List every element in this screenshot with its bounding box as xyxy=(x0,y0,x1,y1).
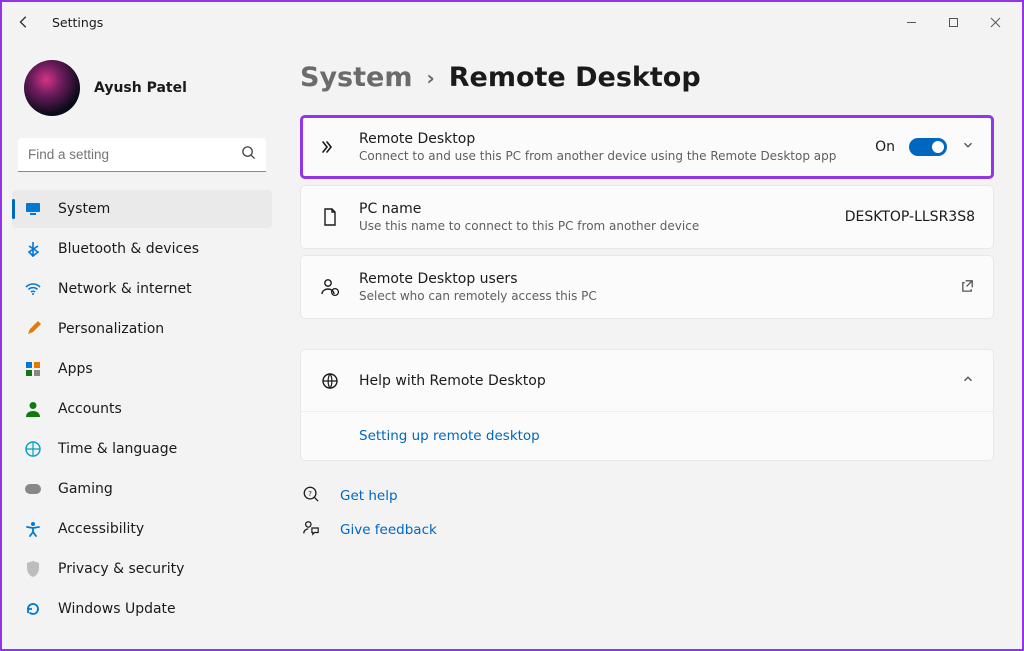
apps-icon xyxy=(24,360,42,378)
rd-users-title: Remote Desktop users xyxy=(359,271,942,287)
pc-name-value: DESKTOP-LLSR3S8 xyxy=(845,209,975,225)
feedback-icon xyxy=(302,519,322,541)
breadcrumb-parent[interactable]: System xyxy=(300,62,412,93)
pc-name-sub: Use this name to connect to this PC from… xyxy=(359,219,827,233)
remote-desktop-title: Remote Desktop xyxy=(359,131,857,147)
wifi-icon xyxy=(24,280,42,298)
minimize-button[interactable] xyxy=(890,6,932,38)
get-help-label: Get help xyxy=(340,488,398,504)
sidebar-item-label: Gaming xyxy=(58,481,113,497)
update-icon xyxy=(24,600,42,618)
avatar xyxy=(24,60,80,116)
sidebar-item-label: Personalization xyxy=(58,321,164,337)
gamepad-icon xyxy=(24,480,42,498)
shield-icon xyxy=(24,560,42,578)
feedback-label: Give feedback xyxy=(340,522,437,538)
page-title: Remote Desktop xyxy=(449,62,701,93)
remote-desktop-sub: Connect to and use this PC from another … xyxy=(359,149,857,163)
accessibility-icon xyxy=(24,520,42,538)
open-external-icon xyxy=(960,278,975,297)
pc-name-card: PC name Use this name to connect to this… xyxy=(300,185,994,249)
sidebar-item-label: Apps xyxy=(58,361,93,377)
sidebar-item-label: Accessibility xyxy=(58,521,144,537)
collapse-chevron[interactable] xyxy=(961,372,975,390)
sidebar-item-bluetooth-devices[interactable]: Bluetooth & devices xyxy=(12,230,272,268)
sidebar-item-windows-update[interactable]: Windows Update xyxy=(12,590,272,628)
breadcrumb: System › Remote Desktop xyxy=(300,62,994,93)
sidebar-item-personalization[interactable]: Personalization xyxy=(12,310,272,348)
remote-desktop-card[interactable]: Remote Desktop Connect to and use this P… xyxy=(300,115,994,179)
rd-users-card[interactable]: Remote Desktop users Select who can remo… xyxy=(300,255,994,319)
person-icon xyxy=(24,400,42,418)
sidebar-item-time-language[interactable]: Time & language xyxy=(12,430,272,468)
toggle-state-label: On xyxy=(875,139,895,155)
sidebar-item-label: System xyxy=(58,201,110,217)
profile-section[interactable]: Ayush Patel xyxy=(12,50,272,134)
svg-text:?: ? xyxy=(308,489,312,498)
brush-icon xyxy=(24,320,42,338)
sidebar-item-privacy-security[interactable]: Privacy & security xyxy=(12,550,272,588)
close-button[interactable] xyxy=(974,6,1016,38)
search-box[interactable] xyxy=(18,138,266,172)
remote-desktop-toggle[interactable] xyxy=(909,138,947,156)
search-icon xyxy=(241,145,256,164)
search-input[interactable] xyxy=(28,147,241,162)
titlebar: Settings xyxy=(2,2,1022,42)
document-icon xyxy=(319,206,341,228)
user-name: Ayush Patel xyxy=(94,80,187,96)
sidebar-item-label: Windows Update xyxy=(58,601,176,617)
remote-desktop-icon xyxy=(319,136,341,158)
help-title: Help with Remote Desktop xyxy=(359,373,943,389)
bluetooth-icon xyxy=(24,240,42,258)
help-link-setup[interactable]: Setting up remote desktop xyxy=(359,428,540,444)
get-help-link[interactable]: ? Get help xyxy=(300,485,994,507)
back-button[interactable] xyxy=(8,6,40,38)
sidebar-item-label: Network & internet xyxy=(58,281,192,297)
user-settings-icon xyxy=(319,276,341,298)
sidebar-item-network-internet[interactable]: Network & internet xyxy=(12,270,272,308)
sidebar-item-label: Bluetooth & devices xyxy=(58,241,199,257)
maximize-button[interactable] xyxy=(932,6,974,38)
sidebar-item-label: Time & language xyxy=(58,441,177,457)
sidebar-item-accounts[interactable]: Accounts xyxy=(12,390,272,428)
sidebar-item-system[interactable]: System xyxy=(12,190,272,228)
sidebar-item-label: Privacy & security xyxy=(58,561,184,577)
help-icon: ? xyxy=(302,485,322,507)
globe-help-icon xyxy=(319,370,341,392)
feedback-link[interactable]: Give feedback xyxy=(300,519,994,541)
help-header-row[interactable]: Help with Remote Desktop xyxy=(301,350,993,412)
globe-clock-icon xyxy=(24,440,42,458)
rd-users-sub: Select who can remotely access this PC xyxy=(359,289,942,303)
app-title: Settings xyxy=(52,15,103,30)
pc-name-title: PC name xyxy=(359,201,827,217)
sidebar-item-gaming[interactable]: Gaming xyxy=(12,470,272,508)
sidebar: Ayush Patel System Bluetooth & devices Net… xyxy=(2,42,282,649)
monitor-icon xyxy=(24,200,42,218)
sidebar-item-apps[interactable]: Apps xyxy=(12,350,272,388)
sidebar-item-label: Accounts xyxy=(58,401,122,417)
nav-list: System Bluetooth & devices Network & inter… xyxy=(12,190,272,628)
expand-chevron[interactable] xyxy=(961,138,975,156)
help-card: Help with Remote Desktop Setting up remo… xyxy=(300,349,994,461)
main-content: System › Remote Desktop Remote Desktop C… xyxy=(282,42,1022,649)
chevron-right-icon: › xyxy=(426,66,434,90)
sidebar-item-accessibility[interactable]: Accessibility xyxy=(12,510,272,548)
